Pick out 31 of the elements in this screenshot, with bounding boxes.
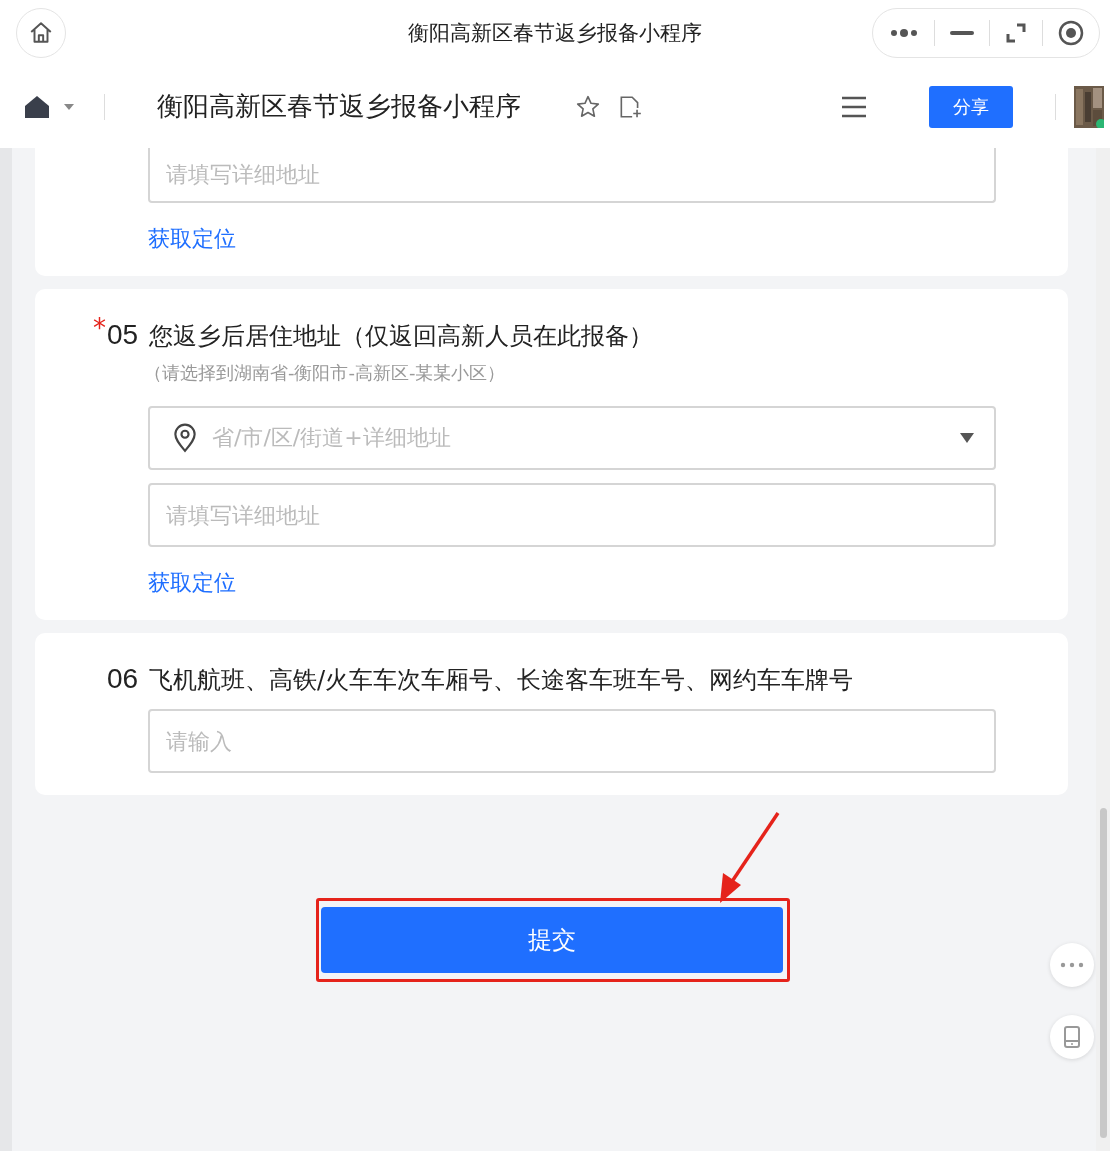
resize-icon[interactable] [1004, 21, 1027, 44]
scrollbar[interactable] [1096, 148, 1110, 1151]
question-number: 06 [107, 663, 140, 695]
home-icon [28, 19, 54, 46]
required-mark: * [93, 313, 107, 343]
dropdown-arrow-icon [960, 433, 974, 443]
more-icon[interactable] [888, 26, 919, 39]
tablet-icon [1063, 1025, 1081, 1049]
select-placeholder: 省/市/区/街道+详细地址 [212, 424, 452, 452]
window-title: 衡阳高新区春节返乡报备小程序 [407, 19, 703, 47]
star-icon[interactable] [575, 93, 601, 120]
get-location-link[interactable]: 获取定位 [148, 568, 236, 598]
input-field[interactable]: 请填写详细地址 [148, 148, 996, 203]
input-field[interactable]: 请输入 [148, 709, 996, 773]
close-icon[interactable] [1057, 19, 1084, 46]
question-label: 您返乡后居住地址（仅返回高新人员在此报备） [149, 321, 653, 352]
question-label: 飞机航班、高铁/火车车次车厢号、长途客车班车号、网约车车牌号 [149, 665, 854, 696]
caret-icon[interactable] [64, 103, 74, 110]
device-button[interactable] [1050, 1015, 1094, 1059]
input-field[interactable]: 请填写详细地址 [148, 483, 996, 547]
share-button[interactable]: 分享 [929, 85, 1013, 128]
location-pin-icon [172, 423, 198, 453]
home-icon[interactable] [24, 94, 50, 119]
menu-icon[interactable] [841, 95, 867, 118]
get-location-link[interactable]: 获取定位 [148, 224, 236, 254]
question-number: 05 [107, 319, 140, 351]
question-hint: （请选择到湖南省-衡阳市-高新区-某某小区） [144, 361, 507, 385]
submit-button[interactable]: 提交 [321, 907, 783, 973]
minimize-icon[interactable] [949, 29, 974, 36]
more-icon [1060, 962, 1084, 968]
page-title: 衡阳高新区春节返乡报备小程序 [157, 90, 521, 123]
